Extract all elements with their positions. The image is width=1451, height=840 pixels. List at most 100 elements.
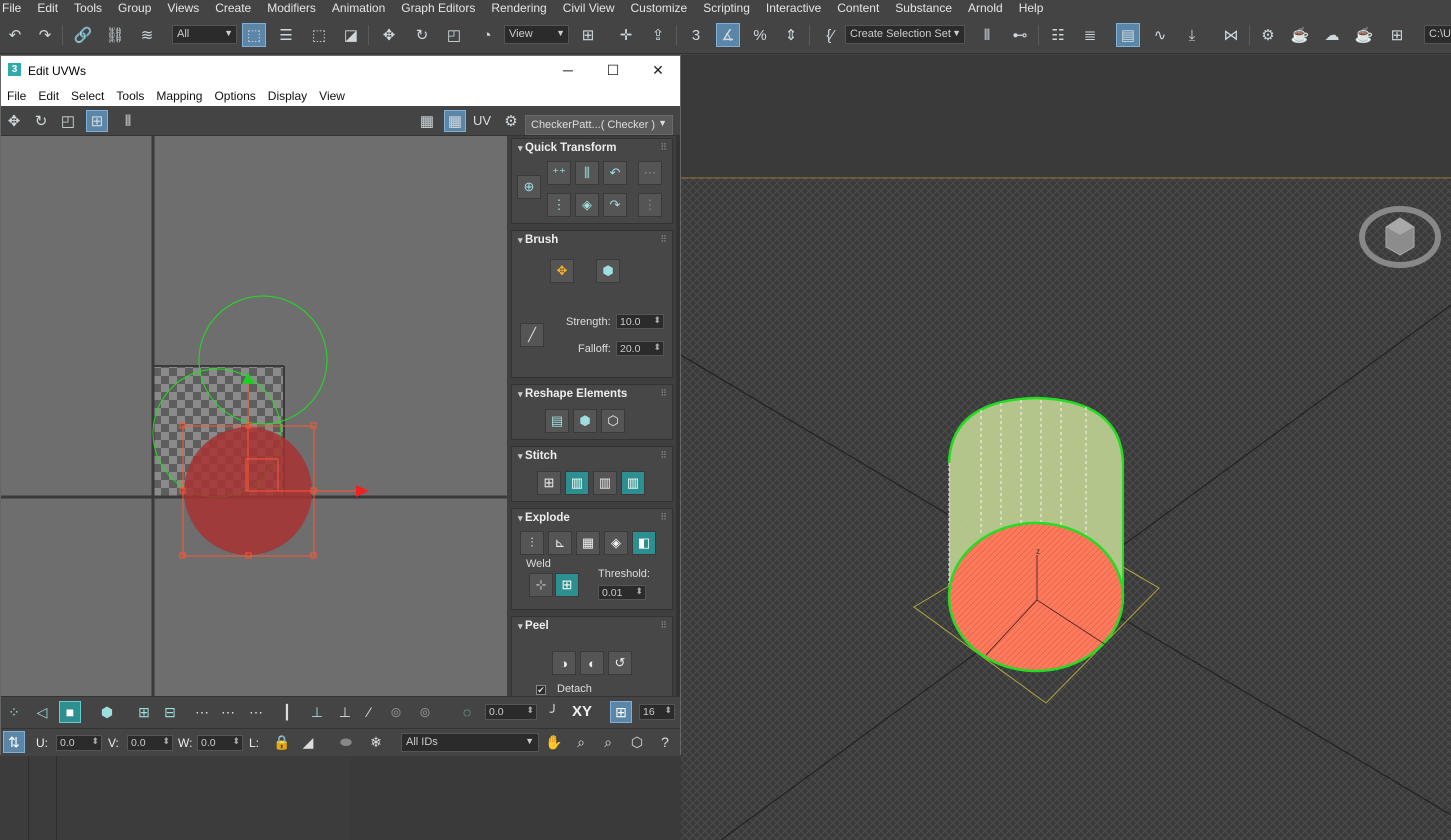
break-icon[interactable]: ⫶ — [520, 531, 544, 555]
named-selection-set-dropdown[interactable]: Create Selection Set ▼ — [845, 25, 965, 44]
grid-snap-icon[interactable]: ⊞ — [610, 701, 632, 723]
edge-loop-icon[interactable]: ⊥ — [334, 701, 356, 723]
rotate-angle-field[interactable]: 0.0 — [485, 704, 537, 720]
dialog-menu-select[interactable]: Select — [65, 89, 110, 103]
paint-move-icon[interactable]: ✥ — [550, 259, 574, 283]
falloff-spinner[interactable]: 20.0 — [616, 341, 664, 356]
relax-brush-icon[interactable]: ⬢ — [596, 259, 620, 283]
menu-interactive[interactable]: Interactive — [758, 0, 829, 16]
rollout-title[interactable]: Explode — [518, 512, 570, 524]
scene-explorer-icon[interactable]: ☷ — [1046, 23, 1070, 47]
detach-checkbox[interactable]: ✔ — [536, 685, 546, 695]
dialog-titlebar[interactable]: 3 Edit UVWs ─ ☐ ✕ — [1, 56, 680, 85]
flatten-by-smoothing-icon[interactable]: ◧ — [632, 531, 656, 555]
dialog-menu-display[interactable]: Display — [262, 89, 313, 103]
detach-edge-icon[interactable]: ⊾ — [548, 531, 572, 555]
curve-editor-icon[interactable]: ∿ — [1148, 23, 1172, 47]
spinner-snap-icon[interactable]: ⇕ — [779, 23, 803, 47]
rotate-cw-icon[interactable]: ↷ — [603, 193, 627, 217]
uv-editor-canvas[interactable] — [1, 136, 507, 696]
grow-selection-icon[interactable]: ⊞ — [133, 701, 155, 723]
rollout-title[interactable]: Stitch — [518, 450, 557, 462]
ring-grow-icon[interactable]: ┃ — [276, 701, 298, 723]
keyboard-shortcut-override-icon[interactable]: ⇪ — [646, 23, 670, 47]
project-path-field[interactable]: C:\Us — [1424, 25, 1451, 44]
unlink-icon[interactable]: ⛓ — [103, 23, 127, 47]
align-vertical-icon[interactable]: ⋮ — [547, 193, 571, 217]
rotate-ccw-icon[interactable]: ↶ — [603, 161, 627, 185]
rotate-icon[interactable]: ↻ — [410, 23, 434, 47]
map-settings-icon[interactable]: ⚙ — [500, 110, 522, 132]
rollout-title[interactable]: Peel — [518, 620, 549, 632]
uv-move-icon[interactable]: ✥ — [3, 110, 25, 132]
maximize-button[interactable]: ☐ — [603, 61, 623, 79]
layer-explorer-icon[interactable]: ≣ — [1078, 23, 1102, 47]
help-question-icon[interactable]: ? — [654, 731, 676, 753]
render-production-icon[interactable]: ☁ — [1320, 23, 1344, 47]
zoom-icon[interactable]: ⌕ — [570, 731, 592, 753]
stitch-to-source-icon[interactable]: ▥ — [621, 471, 645, 495]
panel-scrollbar[interactable] — [676, 136, 680, 696]
menu-views[interactable]: Views — [159, 0, 207, 16]
align-horizontal-icon[interactable]: ⁺⁺ — [547, 161, 571, 185]
menu-civil-view[interactable]: Civil View — [555, 0, 623, 16]
quick-peel-icon[interactable]: ◑ — [552, 651, 576, 675]
pan-hand-icon[interactable]: ✋ — [543, 731, 565, 753]
menu-customize[interactable]: Customize — [623, 0, 696, 16]
link-icon[interactable]: 🔗 — [71, 23, 95, 47]
menu-edit[interactable]: Edit — [29, 0, 66, 16]
uv-freeform-icon[interactable]: ⊞ — [86, 110, 108, 132]
lock-icon[interactable]: 🔒 — [271, 731, 293, 753]
menu-help[interactable]: Help — [1011, 0, 1052, 16]
strength-spinner[interactable]: 10.0 — [616, 314, 664, 329]
distribute-horizontal-icon[interactable]: ⋯ — [638, 161, 662, 185]
render-in-cloud-icon[interactable]: ⊞ — [1385, 23, 1409, 47]
weld-target-icon[interactable]: ⊞ — [555, 573, 579, 597]
shrink-selection-icon[interactable]: ⊟ — [159, 701, 181, 723]
dialog-menu-file[interactable]: File — [1, 89, 32, 103]
menu-arnold[interactable]: Arnold — [960, 0, 1011, 16]
uv-mirror-icon[interactable]: ⫴ — [117, 110, 139, 132]
menu-file[interactable]: File — [0, 0, 29, 16]
polygon-mode-icon[interactable]: ■ — [59, 701, 81, 723]
checker-toggle-icon[interactable]: ▦ — [444, 110, 466, 132]
zoom-extents-icon[interactable]: ⬡ — [626, 731, 648, 753]
select-by-name-icon[interactable]: ☰ — [274, 23, 298, 47]
toggle-ribbon-icon[interactable]: ▤ — [1116, 23, 1140, 47]
peel-mode-icon[interactable]: ◐ — [580, 651, 604, 675]
mirror-icon[interactable]: ⫴ — [975, 23, 999, 47]
rollout-title[interactable]: Quick Transform — [518, 142, 616, 154]
uv-scale-icon[interactable]: ◰ — [57, 110, 79, 132]
align-to-edge-icon[interactable]: ◈ — [575, 193, 599, 217]
menu-rendering[interactable]: Rendering — [483, 0, 554, 16]
ring-icon[interactable]: ⋯ — [245, 701, 267, 723]
menu-animation[interactable]: Animation — [324, 0, 393, 16]
select-manipulate-icon[interactable]: ✛ — [614, 23, 638, 47]
percent-snap-icon[interactable]: % — [748, 23, 772, 47]
rollout-title[interactable]: Reshape Elements — [518, 388, 627, 400]
menu-graph-editors[interactable]: Graph Editors — [393, 0, 483, 16]
absolute-offset-icon[interactable]: ⇅ — [3, 731, 25, 753]
freeze-icon[interactable]: ❄ — [365, 731, 387, 753]
point-to-point-icon[interactable]: ⊥ — [306, 701, 328, 723]
xy-axis-label[interactable]: XY — [572, 703, 592, 720]
menu-scripting[interactable]: Scripting — [695, 0, 758, 16]
texture-dropdown[interactable]: CheckerPatt...( Checker ) ▼ — [525, 115, 673, 135]
material-editor-icon[interactable]: ⋈ — [1219, 23, 1243, 47]
grid-value-field[interactable]: 16 — [639, 704, 675, 720]
reference-coordinate-dropdown[interactable]: View ▼ — [504, 25, 569, 44]
schematic-view-icon[interactable]: ⤓ — [1180, 23, 1204, 47]
hide-icon[interactable]: ◢ — [297, 731, 319, 753]
v-coordinate-field[interactable]: 0.0 — [127, 735, 173, 751]
edge-mode-icon[interactable]: ◁ — [31, 701, 53, 723]
brush-falloff-icon[interactable]: ╱ — [520, 323, 544, 347]
window-crossing-icon[interactable]: ◪ — [339, 23, 363, 47]
paint-select-icon[interactable]: ⁄ — [358, 701, 380, 723]
set-pivot-icon[interactable]: ⊕ — [517, 175, 541, 199]
loop-icon[interactable]: ⋯ — [191, 701, 213, 723]
dialog-menu-tools[interactable]: Tools — [110, 89, 150, 103]
render-iterative-icon[interactable]: ☕ — [1352, 23, 1376, 47]
snaps-toggle-icon[interactable]: 3 — [684, 23, 708, 47]
loop-grow-icon[interactable]: ⋯ — [217, 701, 239, 723]
flatten-by-material-icon[interactable]: ◈ — [604, 531, 628, 555]
